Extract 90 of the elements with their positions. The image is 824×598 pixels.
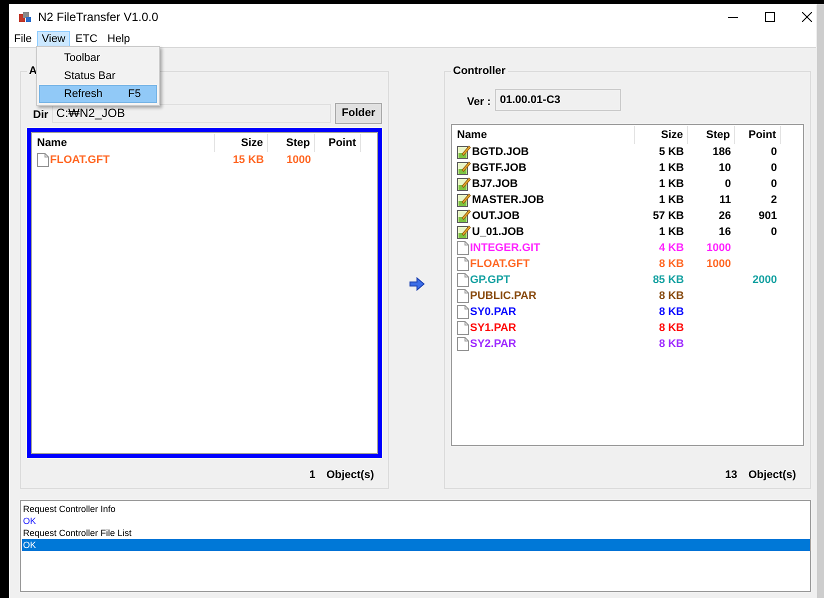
menu-item[interactable]: ETC [70,30,102,47]
column-header[interactable]: Step [268,134,315,152]
size-cell-text: 4 KB [658,242,685,254]
step-cell: 1000 [706,258,731,270]
document-icon [457,321,469,335]
size-cell-text: 8 KB [658,322,685,334]
menu-item[interactable]: File [9,30,37,47]
size-cell-text: 1 KB [658,178,685,190]
point-cell: 901 [758,210,777,222]
column-header[interactable]: Size [215,134,268,152]
object-count: 13 [725,469,738,483]
window-title: N2 FileTransfer V1.0.0 [38,10,158,24]
menu-option[interactable]: Status Bar [39,67,157,86]
size-cell-text: 8 KB [658,306,685,318]
step-cell: 1000 [286,154,311,166]
column-header[interactable]: Point [735,126,781,144]
size-cell-text: 1 KB [658,194,685,206]
point-cell: 0 [770,226,777,238]
ver-label: Ver : [467,96,491,108]
menu-option[interactable]: Refresh F5 [39,85,157,104]
document-icon [457,257,469,271]
step-cell: 186 [712,146,731,158]
object-count: 1 [309,469,316,483]
file-name[interactable]: SY1.PAR [470,322,516,334]
log-line[interactable]: OK [22,515,810,527]
notepad-icon [457,177,471,191]
close-icon[interactable] [802,12,812,22]
notepad-icon [457,225,471,239]
step-cell: 1000 [706,242,731,254]
log-line[interactable]: Request Controller File List [22,527,810,539]
file-list[interactable]: Name Size Step Point FLOAT.GFT 15 KB 1000 [31,132,378,454]
column-header[interactable]: Name [455,126,635,144]
file-name[interactable]: OUT.JOB [472,210,520,222]
column-header[interactable]: Size [635,126,688,144]
arrow-icon [408,277,424,291]
file-name[interactable]: MASTER.JOB [472,194,544,206]
size-cell-text: 8 KB [658,290,685,302]
object-count-label: Object(s) [326,469,374,483]
size-cell-text: 15 KB [232,154,265,166]
point-cell: 2 [770,194,777,206]
maximize-icon[interactable] [765,12,775,22]
document-icon [457,337,469,351]
file-name[interactable]: BGTF.JOB [472,162,526,174]
file-name[interactable]: U_01.JOB [472,226,524,238]
document-icon [457,273,469,287]
point-cell: 2000 [752,274,777,286]
notepad-icon [457,209,471,223]
point-cell: 0 [770,146,777,158]
size-cell-text: 1 KB [658,226,685,238]
file-name[interactable]: PUBLIC.PAR [470,290,536,302]
menu-item[interactable]: View [36,30,70,47]
file-name[interactable]: SY0.PAR [470,306,516,318]
file-name[interactable]: BJ7.JOB [472,178,518,190]
document-icon [457,305,469,319]
document-icon [457,289,469,303]
step-cell: 26 [718,210,731,222]
notepad-icon [457,145,471,159]
file-name[interactable]: SY2.PAR [470,338,516,350]
size-cell-text: 8 KB [658,338,685,350]
group-title: Controller [451,65,508,77]
step-cell: 16 [718,226,731,238]
file-list[interactable] [451,124,804,446]
log-line[interactable]: Request Controller Info [22,503,810,515]
menu-item[interactable]: Help [102,30,136,47]
size-cell-text: 85 KB [652,274,685,286]
point-cell: 0 [770,162,777,174]
dir-field[interactable]: C:₩N2_JOB [52,104,331,122]
size-cell-text: 5 KB [658,146,685,158]
folder-button[interactable]: Folder [335,102,382,124]
transfer-button[interactable] [406,275,426,293]
document-icon [37,153,49,167]
size-cell-text: 8 KB [658,258,685,270]
column-header[interactable]: Name [35,134,215,152]
menu-option[interactable]: Toolbar [39,49,157,68]
column-header[interactable]: Point [315,134,361,152]
app-icon [18,11,32,24]
step-cell: 0 [724,178,731,190]
document-icon [457,241,469,255]
column-header[interactable]: Step [688,126,735,144]
object-count-label: Object(s) [748,469,796,483]
version-field: 01.00.01-C3 [494,89,621,111]
notepad-icon [457,193,471,207]
dir-label: Dir [33,109,48,121]
step-cell: 10 [718,162,731,174]
point-cell: 0 [770,178,777,190]
step-cell: 11 [719,194,731,206]
file-name[interactable]: BGTD.JOB [472,146,529,158]
notepad-icon [457,161,471,175]
size-cell-text: 57 KB [652,210,685,222]
size-cell-text: 1 KB [658,162,685,174]
